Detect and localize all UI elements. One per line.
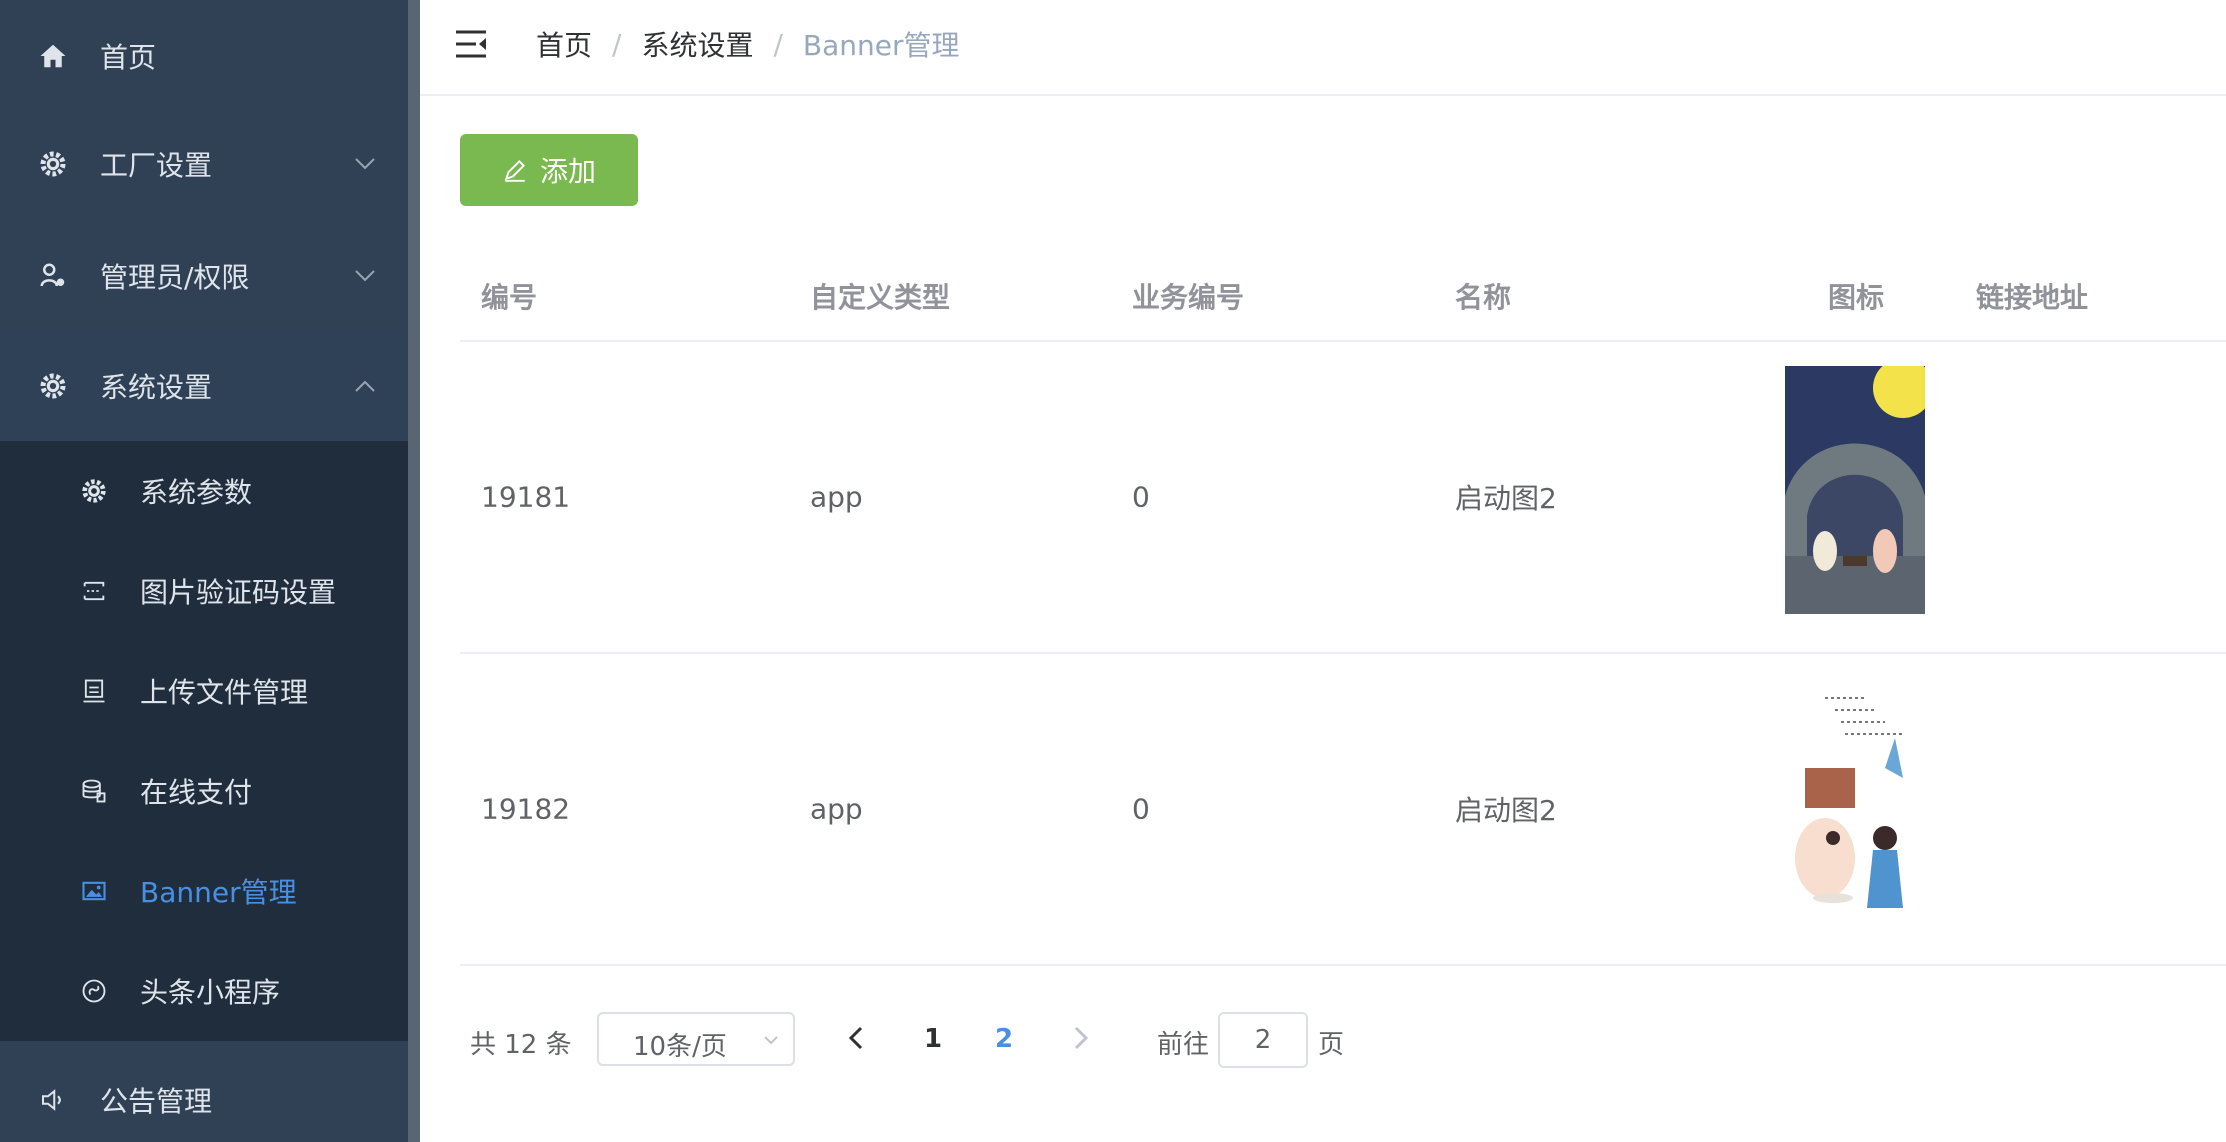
column-header-name: 名称 [1455, 281, 1512, 314]
submenu-item-toutiao-miniapp[interactable]: 头条小程序 [0, 941, 408, 1041]
next-page-button[interactable] [1068, 1024, 1092, 1052]
sidebar-item-label: 公告管理 [100, 1085, 213, 1118]
captcha-icon [83, 581, 105, 601]
miniapp-icon [82, 979, 106, 1003]
submenu-item-captcha-settings[interactable]: 图片验证码设置 [0, 541, 408, 641]
hamburger-menu-icon[interactable] [454, 28, 488, 60]
cell-name: 启动图2 [1455, 482, 1557, 515]
table-row: 19182 app 0 启动图2 [460, 654, 2226, 966]
column-header-link: 链接地址 [1976, 281, 2089, 314]
cell-id: 19182 [481, 792, 571, 826]
breadcrumb-item-home[interactable]: 首页 [536, 24, 592, 64]
chevron-down-icon [355, 270, 375, 282]
prev-page-button[interactable] [845, 1024, 869, 1052]
column-header-id: 编号 [481, 281, 538, 314]
submenu-item-label: 在线支付 [140, 776, 253, 809]
banner-thumbnail [1785, 678, 1925, 926]
sidebar-item-label: 工厂设置 [100, 149, 213, 182]
banner-thumbnail [1785, 366, 1925, 614]
column-header-biz-no: 业务编号 [1132, 281, 1245, 314]
submenu-item-label: 图片验证码设置 [140, 576, 337, 609]
breadcrumb-separator: / [612, 27, 622, 61]
cell-type: app [810, 792, 863, 826]
cell-biz-no: 0 [1132, 792, 1150, 826]
submenu-item-upload-files[interactable]: 上传文件管理 [0, 641, 408, 741]
cell-id: 19181 [481, 480, 571, 514]
gear-icon [40, 151, 66, 177]
sidebar-item-announcements[interactable]: 公告管理 [0, 1044, 408, 1142]
pagination: 共 12 条 10条/页 1 2 前往 2 页 [460, 1010, 1460, 1070]
cell-biz-no: 0 [1132, 480, 1150, 514]
goto-label: 前往 [1157, 1030, 1210, 1060]
user-key-icon [40, 263, 65, 287]
breadcrumb-item-current: Banner管理 [802, 29, 960, 62]
submenu-item-online-payment[interactable]: 在线支付 [0, 741, 408, 841]
submenu-system-settings: 系统参数 图片验证码设置 上传文件管理 在线支付 Banner管理 头条小程序 [0, 441, 408, 1041]
page-size-value: 10条/页 [633, 1032, 727, 1062]
chevron-down-icon [764, 1036, 778, 1045]
add-button-label: 添加 [539, 155, 596, 188]
coins-icon [82, 779, 106, 803]
page-number[interactable]: 1 [924, 1024, 942, 1054]
breadcrumb: 首页 / 系统设置 / Banner管理 [536, 24, 960, 64]
table-header-row: 编号 自定义类型 业务编号 名称 图标 链接地址 [460, 250, 2226, 342]
page-number-current[interactable]: 2 [995, 1024, 1013, 1054]
goto-page-input[interactable]: 2 [1218, 1012, 1308, 1068]
submenu-item-label: 头条小程序 [140, 976, 281, 1009]
sidebar-item-system-settings[interactable]: 系统设置 [0, 330, 408, 442]
gear-icon [40, 373, 66, 399]
column-header-type: 自定义类型 [810, 281, 951, 314]
sidebar-scrollbar[interactable] [408, 0, 420, 1142]
column-header-icon: 图标 [1828, 281, 1885, 314]
sidebar-item-home[interactable]: 首页 [0, 0, 408, 112]
submenu-item-label: 上传文件管理 [140, 676, 309, 709]
breadcrumb-item-system-settings[interactable]: 系统设置 [641, 24, 753, 64]
gear-icon [82, 479, 106, 503]
breadcrumb-separator: / [773, 27, 783, 61]
chevron-down-icon [355, 158, 375, 170]
submenu-item-label: 系统参数 [140, 476, 253, 509]
cell-type: app [810, 480, 863, 514]
page-size-select[interactable]: 10条/页 [597, 1012, 795, 1066]
top-header: 首页 / 系统设置 / Banner管理 [420, 0, 2226, 96]
home-icon [40, 44, 66, 68]
sidebar-item-factory-settings[interactable]: 工厂设置 [0, 108, 408, 220]
submenu-item-label: Banner管理 [140, 876, 297, 909]
upload-icon [83, 679, 105, 703]
sidebar-item-label: 管理员/权限 [100, 261, 250, 294]
submenu-item-system-params[interactable]: 系统参数 [0, 441, 408, 541]
speaker-icon [42, 1089, 61, 1111]
submenu-item-banner-management[interactable]: Banner管理 [0, 841, 408, 941]
cell-name: 启动图2 [1455, 794, 1557, 827]
sidebar-item-admin-permissions[interactable]: 管理员/权限 [0, 220, 408, 332]
edit-icon [504, 159, 526, 182]
goto-suffix: 页 [1318, 1030, 1345, 1060]
sidebar-item-label: 系统设置 [100, 371, 213, 404]
sidebar: 首页 工厂设置 管理员/权限 系统设置 系统参数 图片验证码设置 上传文件管理 … [0, 0, 408, 1142]
sidebar-item-label: 首页 [100, 41, 157, 74]
chevron-up-icon [355, 380, 375, 392]
table-row: 19181 app 0 启动图2 [460, 342, 2226, 654]
image-icon [82, 881, 106, 901]
add-button[interactable]: 添加 [460, 134, 638, 206]
pagination-total: 共 12 条 [470, 1030, 572, 1060]
